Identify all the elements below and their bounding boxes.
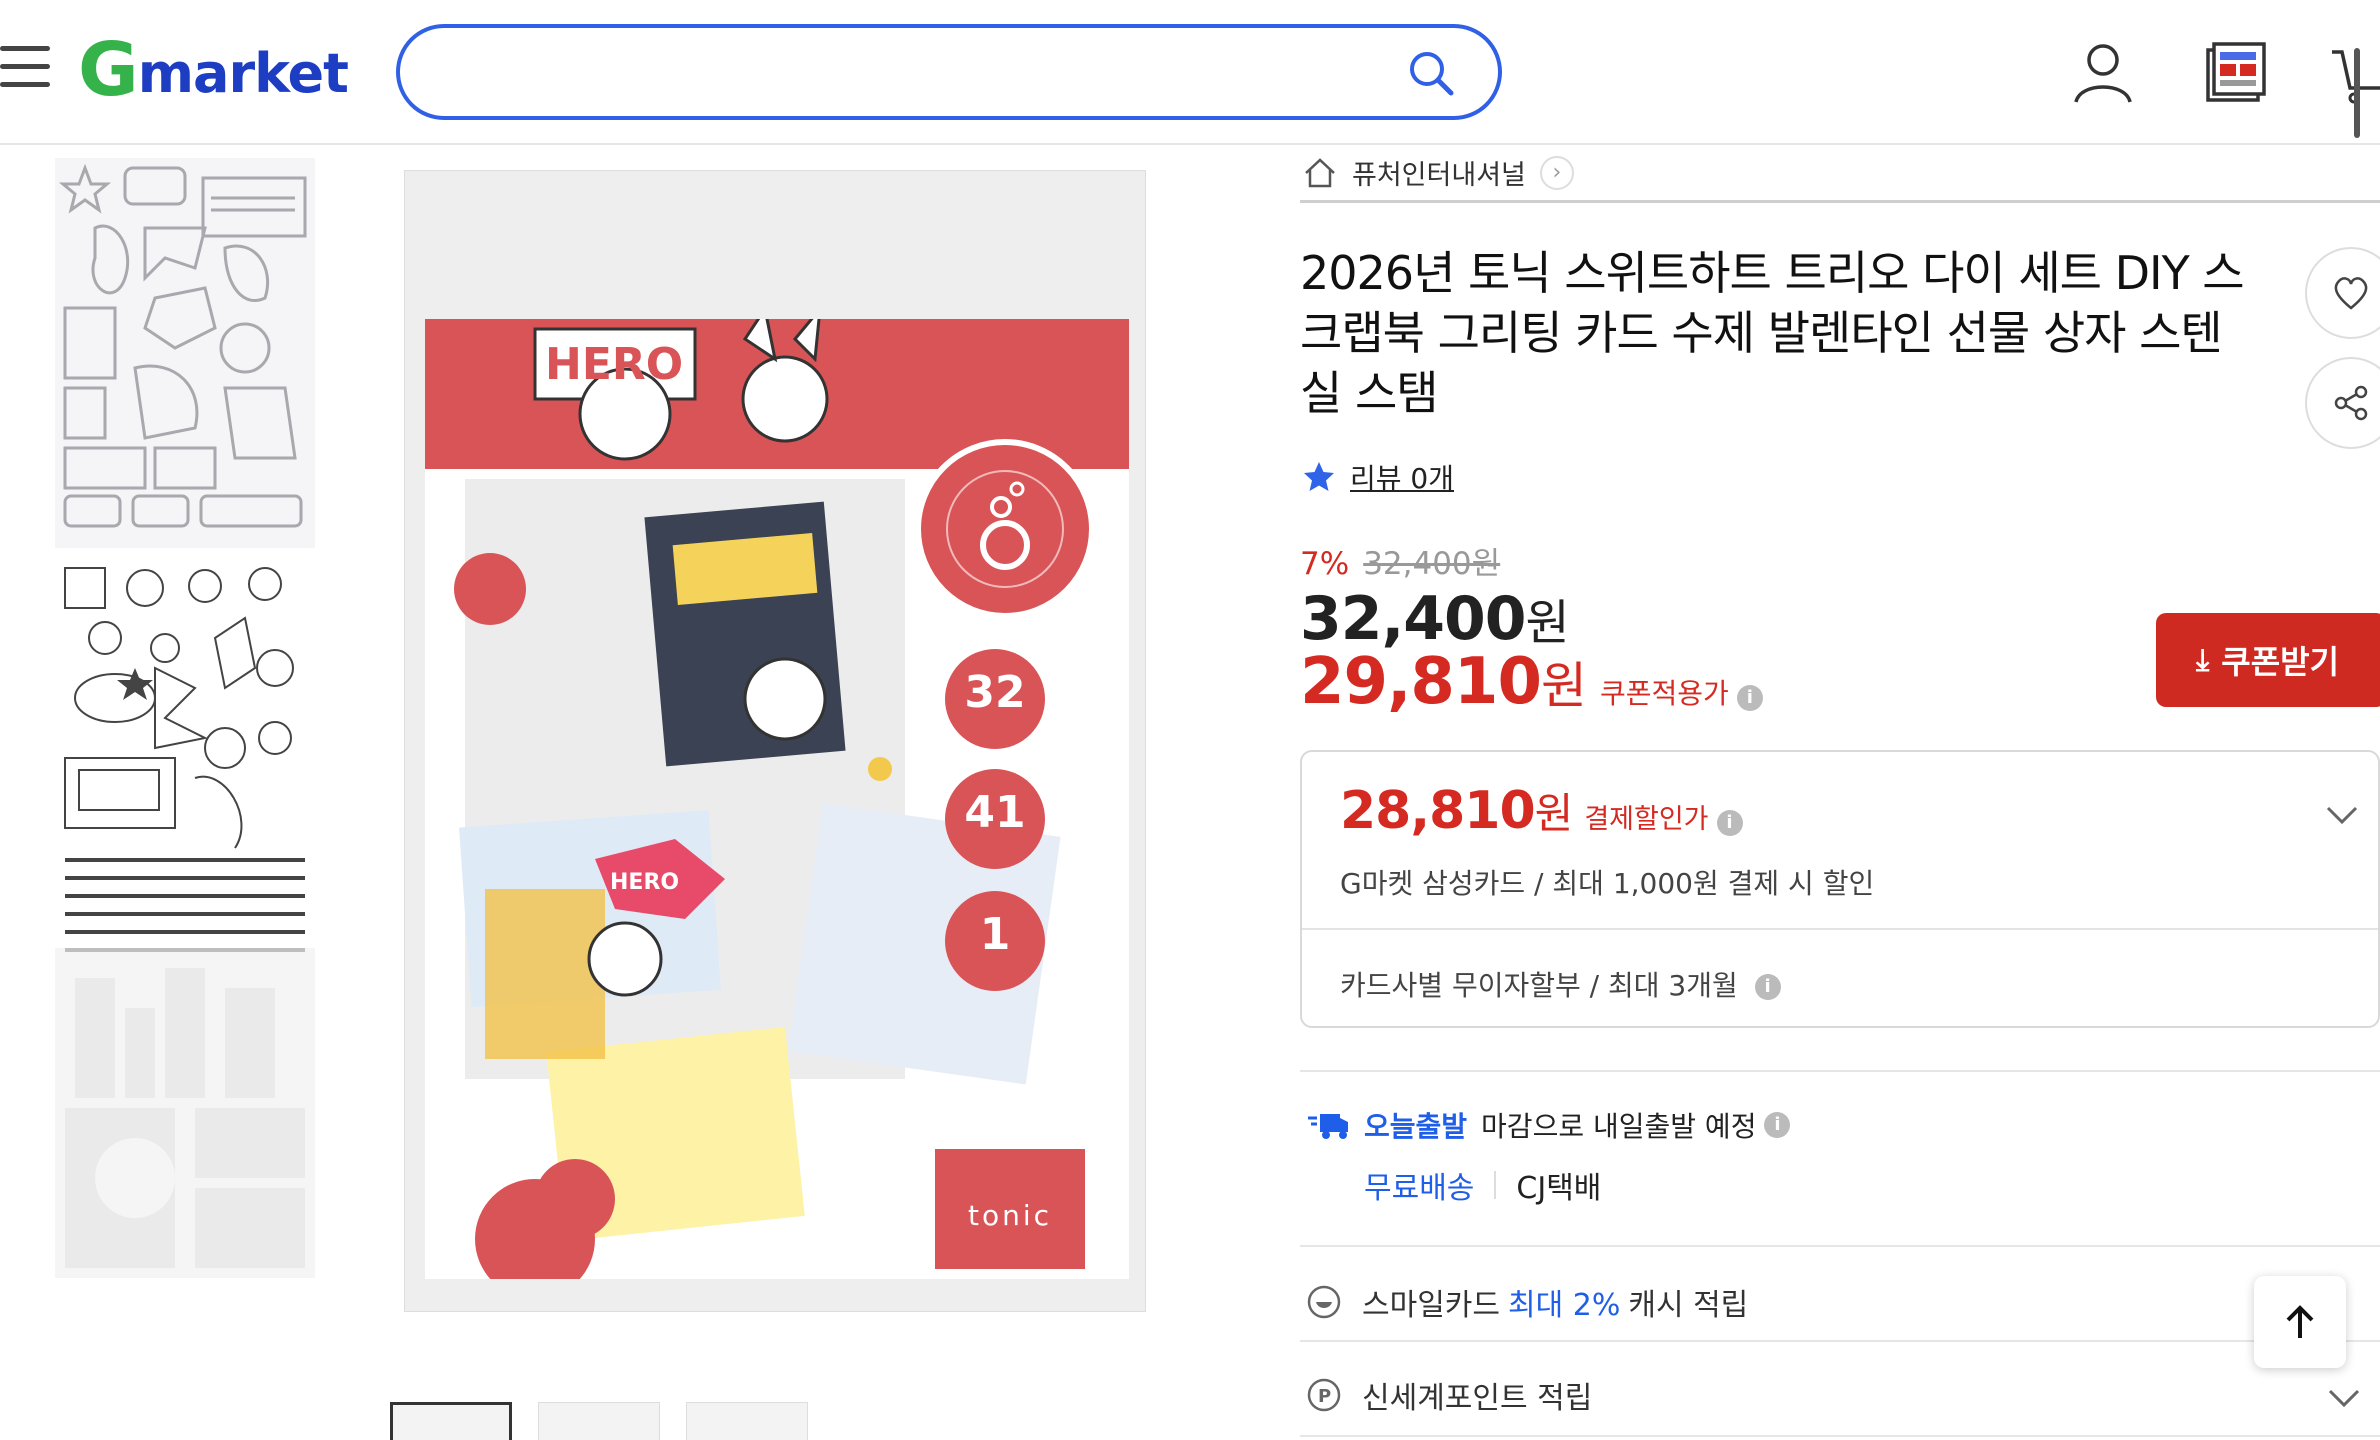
brand-seal [915,439,1095,619]
sale-price-unit: 원 [1525,595,1570,651]
review-count-link[interactable]: 리뷰 0개 [1350,457,1454,497]
share-icon [2334,385,2368,421]
payment-price-label: 결제할인가 [1584,804,1709,835]
search-bar [396,24,1502,120]
chevron-down-icon[interactable] [2326,1385,2362,1411]
user-icon[interactable] [2068,38,2138,108]
favorite-button[interactable] [2305,247,2380,339]
coupon-price-unit: 원 [1540,657,1587,715]
payment-discount-box[interactable]: 28,810원 결제할인가 i G마켓 삼성카드 / 최대 1,000원 결제 … [1300,750,2380,1028]
search-icon[interactable] [1406,48,1456,98]
share-button[interactable] [2305,357,2380,449]
original-price: 32,400원 [1363,546,1501,582]
today-ship-label: 오늘출발 [1364,1110,1468,1143]
installment-text: 카드사별 무이자할부 / 최대 3개월 [1340,969,1738,1002]
coupon-price-label: 쿠폰적용가 [1599,677,1729,710]
svg-text:P: P [1318,1386,1331,1407]
carrier-name: CJ택배 [1516,1171,1602,1206]
discount-row: 7% 32,400원 [1300,538,1500,583]
payment-price-row: 28,810원 결제할인가 i [1340,780,1743,841]
coupon-download-button[interactable]: ⤓ 쿠폰받기 [2156,613,2380,707]
logo-text: market [137,42,349,105]
star-icon [1304,462,1334,491]
badge-dies-number: 32 [964,667,1026,718]
smile-card-row[interactable]: 스마일카드 최대 2% 캐시 적립 [1306,1280,1748,1324]
free-shipping-label: 무료배송 [1364,1171,1475,1206]
badge-stamps: 41 [945,769,1045,869]
shipping-today-row: 오늘출발 마감으로 내일출발 예정 i [1306,1105,1791,1145]
info-icon[interactable]: i [1736,685,1763,711]
badge-stamps-number: 41 [964,787,1026,838]
info-icon[interactable]: i [1754,974,1781,1000]
chevron-down-icon[interactable] [2322,800,2362,830]
info-icon[interactable]: i [1764,1112,1791,1138]
heart-icon [2334,277,2368,310]
die-cut-sheet-image[interactable] [55,158,315,548]
package-art: HERO HERO 32 41 1 tonic [425,319,1129,1279]
payment-price-number: 28,810 [1340,781,1536,841]
thumbnail-3[interactable] [686,1402,808,1440]
fast-delivery-icon [1308,1114,1348,1139]
smile-card-prefix: 스마일카드 [1362,1288,1500,1323]
coupon-price: 29,810원 [1300,645,1587,719]
svg-text:HERO: HERO [545,339,683,390]
tonic-brand-label: tonic [935,1149,1085,1269]
hamburger-icon[interactable] [0,46,52,90]
sale-price-number: 32,400 [1300,584,1527,654]
coupon-price-row: 29,810원 쿠폰적용가 i [1300,645,1763,719]
scrollbar[interactable] [2354,48,2360,138]
recent-view-icon[interactable] [2200,38,2270,108]
thumbnail-1[interactable] [390,1402,512,1440]
smile-card-suffix: 캐시 적립 [1628,1288,1749,1323]
smile-card-highlight: 최대 2% [1508,1288,1621,1323]
shinsegae-point-row[interactable]: P 신세계포인트 적립 [1306,1373,1592,1417]
sale-price: 32,400원 [1300,583,1570,654]
divider [1300,1340,2380,1342]
divider [1300,1245,2380,1247]
stencil-sheet-image[interactable] [55,948,315,1278]
thumbnail-column [55,158,315,1298]
svg-text:HERO: HERO [610,870,679,895]
info-icon[interactable]: i [1716,810,1743,836]
badge-dies: 32 [945,649,1045,749]
badge-stencil-number: 1 [979,909,1011,960]
top-header: G market [0,0,2380,145]
search-input[interactable] [440,46,1340,98]
gmarket-logo[interactable]: G market [78,27,349,113]
home-icon[interactable] [1302,155,1338,191]
point-icon: P [1307,1378,1341,1412]
card-discount-text: G마켓 삼성카드 / 최대 1,000원 결제 시 할인 [1340,867,1875,900]
divider [1300,1435,2380,1437]
chevron-right-icon[interactable]: › [1539,155,1574,190]
review-summary[interactable]: 리뷰 0개 [1302,457,1454,497]
shipping-method-row: 무료배송 CJ택배 [1364,1163,1601,1207]
today-ship-desc: 마감으로 내일출발 예정 [1481,1110,1757,1143]
product-info-panel: 퓨처인터내셔널 › 2026년 토닉 스위트하트 트리오 다이 세트 DIY 스… [1300,145,2380,1440]
logo-g: G [78,27,139,113]
payment-price: 28,810원 [1340,780,1574,841]
thumbnail-2[interactable] [538,1402,660,1440]
breadcrumb: 퓨처인터내셔널 › [1300,145,2380,203]
discount-percent: 7% [1300,546,1350,582]
payment-price-unit: 원 [1534,789,1574,838]
coupon-button-label: 쿠폰받기 [2221,643,2340,681]
product-title: 2026년 토닉 스위트하트 트리오 다이 세트 DIY 스크랩북 그리팅 카드… [1300,246,2245,420]
arrow-up-icon [2286,1305,2314,1338]
badge-stencil: 1 [945,891,1045,991]
download-icon: ⤓ [2196,642,2210,678]
divider [1302,928,2378,930]
divider [1300,1070,2380,1072]
coupon-price-number: 29,810 [1300,645,1542,719]
shinsegae-point-text: 신세계포인트 적립 [1362,1381,1593,1416]
separator-bar [1494,1171,1497,1199]
installment-row: 카드사별 무이자할부 / 최대 3개월 i [1340,964,1781,1004]
smile-card-icon [1307,1285,1341,1319]
seller-name[interactable]: 퓨처인터내셔널 [1352,153,1526,192]
main-product-image[interactable]: HERO HERO 32 41 1 tonic [404,170,1146,1312]
scroll-to-top-button[interactable] [2254,1276,2346,1368]
